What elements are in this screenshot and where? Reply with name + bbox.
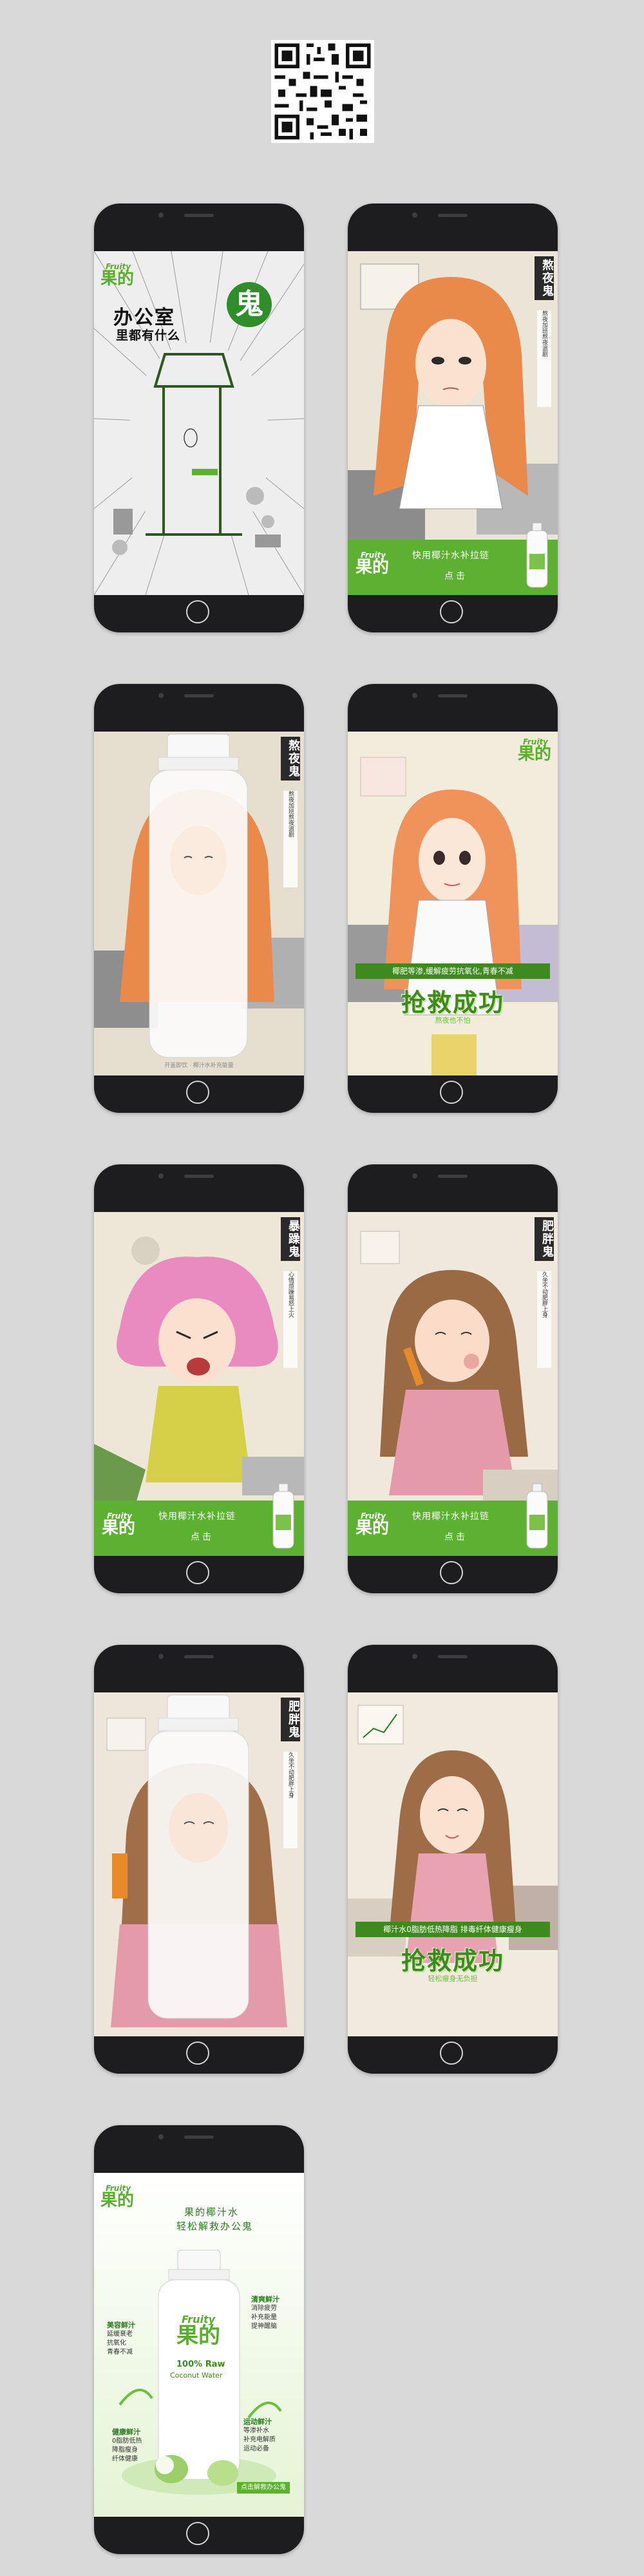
phone-product: Fruity 果的 果的椰汁水 轻松解救办公鬼 Fruity 果的 100% R… [94, 2125, 304, 2554]
feature-4: 健康鲜汁 0脂肪低热 降脂瘦身 纤体健康 [112, 2428, 142, 2463]
brand-logo: Fruity 果的 [100, 262, 135, 289]
home-button-icon[interactable] [186, 1081, 209, 1104]
success-subtitle: 轻松瘦身无负担 [428, 1975, 478, 1983]
ghost-description: 熬夜加班熬夜追剧 [283, 791, 298, 887]
phone-fat-bottle: 肥胖鬼 久坐不动肥胖上身 [94, 1645, 304, 2074]
home-button-icon[interactable] [186, 2522, 209, 2545]
ghost-label: 暴躁鬼 [281, 1217, 300, 1261]
cta-bar[interactable]: Fruity 果的 快用椰汁水补拉链 点击 [348, 522, 558, 595]
home-button-icon[interactable] [186, 600, 209, 623]
qr-code-icon [271, 40, 374, 143]
speaker-slot [184, 1175, 214, 1178]
camera-dot [158, 2134, 164, 2139]
phone-cover: Fruity 果的 办公室 里都有什么 鬼 [94, 204, 304, 632]
home-button-icon[interactable] [440, 1561, 463, 1584]
cta-bar[interactable]: Fruity 果的 快用椰汁水补拉链 点击 [94, 1483, 304, 1556]
benefit-banner: 椰肥等渗,缓解疲劳抗氧化,青春不减 [355, 963, 550, 979]
phone-angry-ghost: 暴躁鬼 心情烦躁易怒上火 Fruity 果的 快用椰汁水补拉链 点击 [94, 1164, 304, 1593]
bottle-icon [526, 1483, 548, 1549]
phone-night-bottle: 熬夜鬼 熬夜加班熬夜追剧 开盖即饮 · 椰汁水补充能量 [94, 684, 304, 1113]
brand-logo: Fruity 果的 [355, 551, 390, 577]
cta-line1: 快用椰汁水补拉链 [412, 1511, 489, 1522]
product-title-2: 轻松解救办公鬼 [176, 2221, 254, 2232]
bottle-icon [272, 1483, 294, 1549]
bottle-brand: Fruity 果的 [176, 2313, 220, 2349]
slim-woman-illustration [348, 1692, 558, 2036]
speaker-slot [438, 694, 468, 697]
bottle-caption: 开盖即饮 · 椰汁水补充能量 [164, 1063, 234, 1069]
cta-click-button[interactable]: 点击 [191, 1530, 214, 1543]
screen-night-bottle[interactable]: 熬夜鬼 熬夜加班熬夜追剧 开盖即饮 · 椰汁水补充能量 [94, 732, 304, 1075]
screen-product[interactable]: Fruity 果的 果的椰汁水 轻松解救办公鬼 Fruity 果的 100% R… [94, 2173, 304, 2517]
camera-dot [158, 1173, 164, 1179]
screen-night-ghost[interactable]: 熬夜鬼 熬夜加班熬夜追剧 Fruity 果的 快用椰汁水补拉链 点击 [348, 251, 558, 595]
success-title: 抢救成功 [401, 1947, 504, 1975]
brand-logo: Fruity 果的 [517, 737, 551, 764]
bottle-text-2: Coconut Water [170, 2371, 223, 2380]
speaker-slot [438, 1175, 468, 1178]
benefit-banner: 椰汁水0脂肪低热降脂 排毒纤体健康瘦身 [355, 1922, 550, 1937]
bottle-overlay-illustration [94, 732, 304, 1075]
speaker-slot [438, 1655, 468, 1658]
success-subtitle: 熬夜也不怕 [435, 1016, 471, 1025]
cta-line1: 快用椰汁水补拉链 [158, 1511, 236, 1522]
ghost-description: 熬夜加班熬夜追剧 [537, 310, 551, 407]
bottle-icon [526, 522, 548, 588]
cta-bar[interactable]: Fruity 果的 快用椰汁水补拉链 点击 [348, 1483, 558, 1556]
screen-fat-success[interactable]: 椰汁水0脂肪低热降脂 排毒纤体健康瘦身 抢救成功 轻松瘦身无负担 [348, 1692, 558, 2036]
screen-angry-ghost[interactable]: 暴躁鬼 心情烦躁易怒上火 Fruity 果的 快用椰汁水补拉链 点击 [94, 1212, 304, 1556]
speaker-slot [184, 694, 214, 697]
brand-logo: Fruity 果的 [355, 1511, 390, 1538]
speaker-slot [184, 214, 214, 217]
ghost-description: 心情烦躁易怒上火 [283, 1271, 298, 1368]
phone-fat-ghost: 肥胖鬼 久坐不动肥胖上身 Fruity 果的 快用椰汁水补拉链 点击 [348, 1164, 558, 1593]
bottle-text-1: 100% Raw [176, 2360, 225, 2369]
brand-logo: Fruity 果的 [102, 1511, 136, 1538]
home-button-icon[interactable] [186, 1561, 209, 1584]
camera-dot [412, 213, 417, 218]
ghost-bubble: 鬼 [227, 282, 272, 327]
speaker-slot [438, 214, 468, 217]
home-button-icon[interactable] [440, 600, 463, 623]
phone-night-success: Fruity 果的 椰肥等渗,缓解疲劳抗氧化,青春不减 抢救成功 熬夜也不怕 [348, 684, 558, 1113]
brand-logo: Fruity 果的 [100, 2184, 135, 2210]
ghost-description: 久坐不动肥胖上身 [283, 1752, 298, 1848]
camera-dot [158, 693, 164, 698]
ghost-label: 熬夜鬼 [535, 256, 554, 300]
qr-code [271, 40, 374, 143]
success-title: 抢救成功 [401, 989, 504, 1017]
screen-fat-bottle[interactable]: 肥胖鬼 久坐不动肥胖上身 [94, 1692, 304, 2036]
camera-dot [412, 1654, 417, 1659]
home-button-icon[interactable] [440, 1081, 463, 1104]
screen-night-success[interactable]: Fruity 果的 椰肥等渗,缓解疲劳抗氧化,青春不减 抢救成功 熬夜也不怕 [348, 732, 558, 1075]
cta-click-button[interactable]: 点击 [444, 1530, 468, 1543]
screen-fat-ghost[interactable]: 肥胖鬼 久坐不动肥胖上身 Fruity 果的 快用椰汁水补拉链 点击 [348, 1212, 558, 1556]
home-button-icon[interactable] [186, 2041, 209, 2065]
cover-title-sub: 里都有什么 [116, 328, 181, 343]
camera-dot [158, 1654, 164, 1659]
speaker-slot [184, 2136, 214, 2139]
feature-2: 清爽鲜汁 消除疲劳 补充能量 提神醒脑 [251, 2295, 279, 2330]
ghost-label: 肥胖鬼 [535, 1217, 554, 1261]
rescue-button[interactable]: 点击解救办公鬼 [237, 2482, 290, 2494]
phone-night-ghost: 熬夜鬼 熬夜加班熬夜追剧 Fruity 果的 快用椰汁水补拉链 点击 [348, 204, 558, 632]
home-button-icon[interactable] [440, 2041, 463, 2065]
ghost-description: 久坐不动肥胖上身 [537, 1271, 551, 1368]
feature-1: 美容鲜汁 延缓衰老 抗氧化 青春不减 [107, 2321, 135, 2356]
speaker-slot [184, 1655, 214, 1658]
product-title-1: 果的椰汁水 [184, 2206, 240, 2218]
cta-click-button[interactable]: 点击 [444, 569, 468, 582]
camera-dot [412, 1173, 417, 1179]
ghost-label: 肥胖鬼 [281, 1698, 300, 1741]
ghost-label: 熬夜鬼 [281, 737, 300, 781]
screen-cover[interactable]: Fruity 果的 办公室 里都有什么 鬼 [94, 251, 304, 595]
cta-line1: 快用椰汁水补拉链 [412, 551, 489, 561]
camera-dot [158, 213, 164, 218]
bottle-overlay-illustration [94, 1692, 304, 2036]
camera-dot [412, 693, 417, 698]
phone-fat-success: 椰汁水0脂肪低热降脂 排毒纤体健康瘦身 抢救成功 轻松瘦身无负担 [348, 1645, 558, 2074]
feature-3: 运动鲜汁 等渗补水 补充电解质 运动必备 [243, 2418, 276, 2452]
